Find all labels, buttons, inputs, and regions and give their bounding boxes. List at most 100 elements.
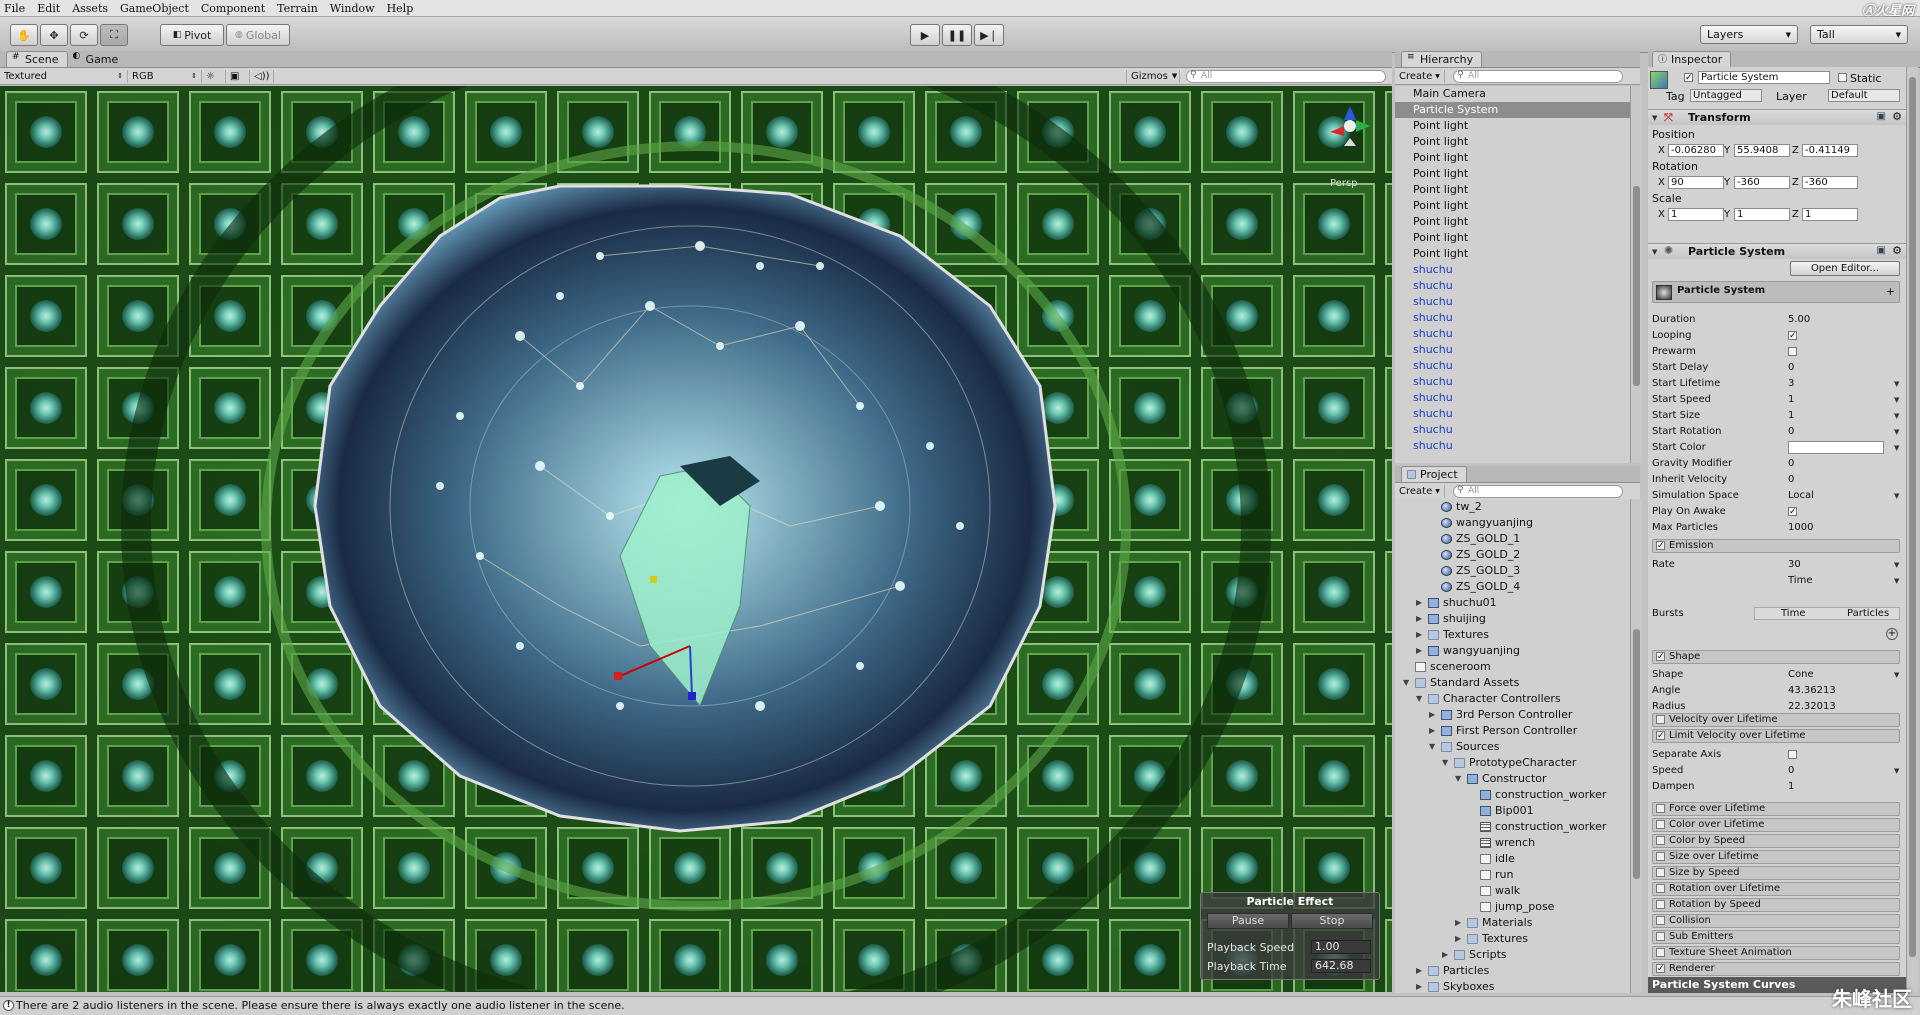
tab-scene[interactable]: # Scene: [6, 51, 68, 67]
hierarchy-item[interactable]: Point light: [1395, 166, 1630, 182]
hierarchy-item[interactable]: Point light: [1395, 246, 1630, 262]
project-item[interactable]: ▶ Particles: [1395, 963, 1630, 979]
project-item[interactable]: ▼ Constructor: [1395, 771, 1630, 787]
hierarchy-item[interactable]: shuchu: [1395, 342, 1630, 358]
global-toggle[interactable]: ◍ Global: [226, 24, 290, 46]
object-name-field[interactable]: Particle System: [1698, 71, 1830, 84]
book-icon[interactable]: ▣: [1877, 245, 1886, 256]
module-checkbox[interactable]: [1656, 852, 1665, 861]
module-item[interactable]: Rotation by Speed: [1652, 898, 1900, 912]
transform-header[interactable]: ▼ ⤧ Transform ▣ ⚙: [1648, 109, 1906, 125]
hierarchy-item[interactable]: shuchu: [1395, 374, 1630, 390]
velocity-checkbox[interactable]: [1656, 715, 1665, 724]
hierarchy-item[interactable]: shuchu: [1395, 422, 1630, 438]
chevron-down-icon[interactable]: ▼: [1894, 492, 1899, 500]
chevron-down-icon[interactable]: ▼: [1894, 396, 1899, 404]
book-icon[interactable]: ▣: [1877, 111, 1886, 122]
tab-project[interactable]: Project: [1401, 466, 1467, 482]
hierarchy-item[interactable]: shuchu: [1395, 294, 1630, 310]
chevron-right-icon[interactable]: ▶: [1455, 915, 1461, 931]
playback-speed-field[interactable]: 1.00: [1311, 940, 1371, 954]
shape-property-value[interactable]: Cone: [1788, 669, 1814, 680]
persp-label[interactable]: Persp: [1330, 178, 1358, 189]
scroll-thumb[interactable]: [1909, 77, 1916, 957]
limit-velocity-checkbox[interactable]: ✓: [1656, 731, 1665, 741]
property-value[interactable]: 1: [1788, 410, 1794, 421]
hierarchy-item[interactable]: Main Camera: [1395, 86, 1630, 102]
project-item[interactable]: sceneroom: [1395, 659, 1630, 675]
hierarchy-item[interactable]: Point light: [1395, 230, 1630, 246]
module-checkbox[interactable]: [1656, 868, 1665, 877]
status-bar[interactable]: ! There are 2 audio listeners in the sce…: [0, 996, 1920, 1015]
inspector-scrollbar[interactable]: [1906, 67, 1918, 993]
menu-item-gameobject[interactable]: GameObject: [120, 2, 189, 15]
project-item[interactable]: construction_worker: [1395, 819, 1630, 835]
property-checkbox[interactable]: [1788, 347, 1797, 356]
project-item[interactable]: ZS_GOLD_1: [1395, 531, 1630, 547]
position-z-field[interactable]: -0.41149: [1802, 144, 1858, 157]
module-checkbox[interactable]: ✓: [1656, 964, 1665, 974]
module-item[interactable]: Texture Sheet Animation: [1652, 946, 1900, 960]
property-value[interactable]: 3: [1788, 378, 1794, 389]
gear-icon[interactable]: ⚙: [1892, 244, 1902, 257]
shape-module[interactable]: ✓ Shape: [1652, 650, 1900, 664]
limit-property-value[interactable]: 1: [1788, 781, 1794, 792]
property-value[interactable]: 0: [1788, 426, 1794, 437]
limit-velocity-module[interactable]: ✓ Limit Velocity over Lifetime: [1652, 729, 1900, 743]
tab-hierarchy[interactable]: ≡ Hierarchy: [1401, 51, 1483, 67]
menu-item-component[interactable]: Component: [201, 2, 265, 15]
project-item[interactable]: ▼ Character Controllers: [1395, 691, 1630, 707]
layers-dropdown[interactable]: Layers ▼: [1700, 25, 1798, 44]
project-item[interactable]: ▶ Scripts: [1395, 947, 1630, 963]
project-item[interactable]: ▼ Standard Assets: [1395, 675, 1630, 691]
property-value[interactable]: 0: [1788, 458, 1794, 469]
chevron-down-icon[interactable]: ▼: [1894, 561, 1899, 569]
particle-subsystem-header[interactable]: Particle System +: [1652, 281, 1900, 303]
rotation-z-field[interactable]: -360: [1802, 176, 1858, 189]
move-tool-button[interactable]: ✥: [40, 24, 68, 46]
project-item[interactable]: idle: [1395, 851, 1630, 867]
module-item[interactable]: Color over Lifetime: [1652, 818, 1900, 832]
shape-property-value[interactable]: 43.36213: [1788, 685, 1836, 696]
menu-item-assets[interactable]: Assets: [72, 2, 108, 15]
hierarchy-item[interactable]: shuchu: [1395, 390, 1630, 406]
open-editor-button[interactable]: Open Editor...: [1790, 261, 1900, 276]
property-value[interactable]: 5.00: [1788, 314, 1810, 325]
project-item[interactable]: tw_2: [1395, 499, 1630, 515]
plus-icon[interactable]: +: [1886, 285, 1895, 298]
module-item[interactable]: Size by Speed: [1652, 866, 1900, 880]
scene-view[interactable]: Persp: [0, 86, 1392, 992]
project-search-input[interactable]: All: [1453, 484, 1623, 498]
chevron-right-icon[interactable]: ▶: [1416, 963, 1422, 979]
project-item[interactable]: walk: [1395, 883, 1630, 899]
chevron-down-icon[interactable]: ▼: [1894, 767, 1899, 775]
project-item[interactable]: ZS_GOLD_2: [1395, 547, 1630, 563]
project-item[interactable]: ▶ 3rd Person Controller: [1395, 707, 1630, 723]
project-item[interactable]: ZS_GOLD_4: [1395, 579, 1630, 595]
hierarchy-item[interactable]: Point light: [1395, 182, 1630, 198]
rotation-x-field[interactable]: 90: [1668, 176, 1724, 189]
project-scrollbar[interactable]: [1630, 499, 1642, 993]
rotate-tool-button[interactable]: ⟳: [70, 24, 98, 46]
shape-checkbox[interactable]: ✓: [1656, 652, 1665, 662]
chevron-down-icon[interactable]: ▼: [1894, 412, 1899, 420]
menu-item-edit[interactable]: Edit: [37, 2, 60, 15]
module-item[interactable]: Size over Lifetime: [1652, 850, 1900, 864]
chevron-right-icon[interactable]: ▶: [1416, 979, 1422, 993]
emission-checkbox[interactable]: ✓: [1656, 541, 1665, 551]
hierarchy-item[interactable]: shuchu: [1395, 326, 1630, 342]
pivot-toggle[interactable]: ◧ Pivot: [160, 24, 224, 46]
position-x-field[interactable]: -0.06280: [1668, 144, 1724, 157]
module-checkbox[interactable]: [1656, 948, 1665, 957]
chevron-down-icon[interactable]: ▼: [1403, 675, 1409, 691]
hierarchy-item[interactable]: Point light: [1395, 198, 1630, 214]
rotation-y-field[interactable]: -360: [1734, 176, 1790, 189]
module-item[interactable]: Collision: [1652, 914, 1900, 928]
chevron-right-icon[interactable]: ▶: [1416, 595, 1422, 611]
chevron-right-icon[interactable]: ▶: [1416, 611, 1422, 627]
chevron-right-icon[interactable]: ▶: [1416, 627, 1422, 643]
gear-icon[interactable]: ⚙: [1892, 110, 1902, 123]
hierarchy-item[interactable]: shuchu: [1395, 406, 1630, 422]
chevron-right-icon[interactable]: ▶: [1416, 643, 1422, 659]
project-item[interactable]: ZS_GOLD_3: [1395, 563, 1630, 579]
